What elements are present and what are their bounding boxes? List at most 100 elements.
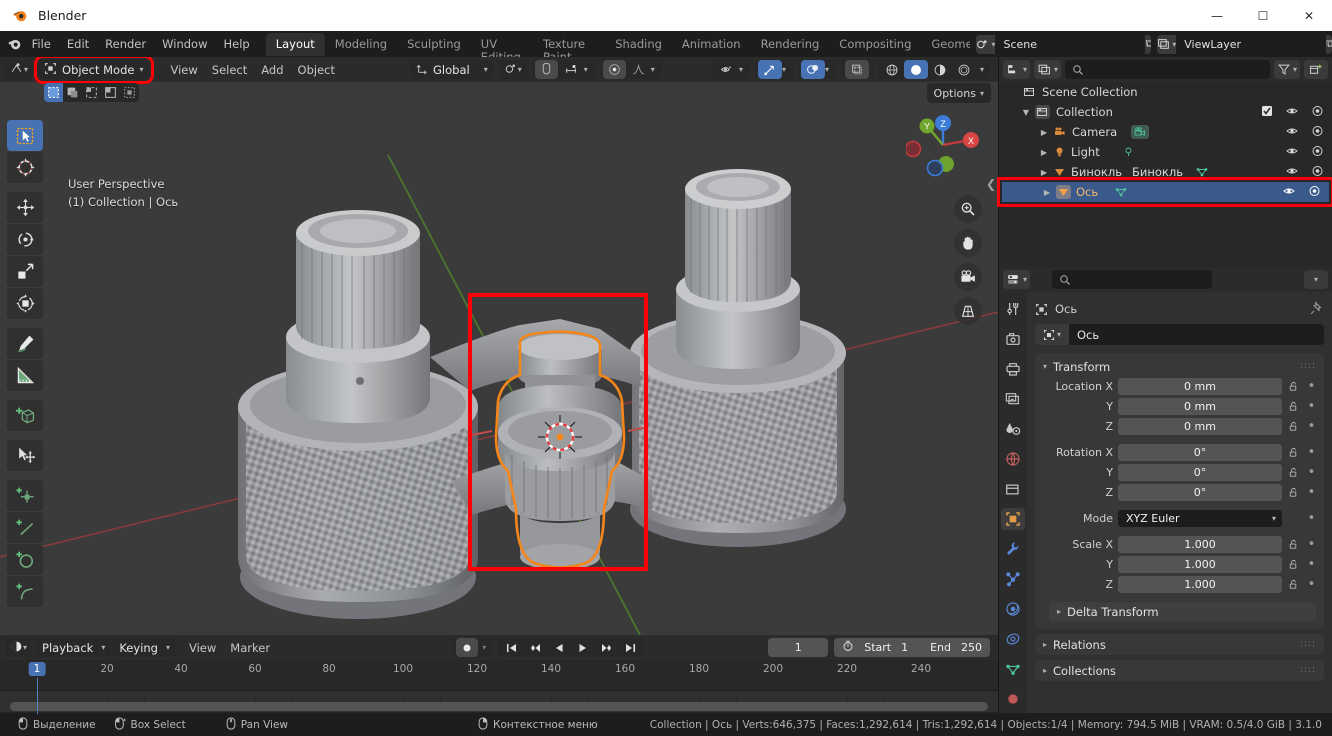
outliner-row-collection[interactable]: ▼ Collection: [999, 102, 1332, 122]
animate-rotation-mode-icon[interactable]: •: [1305, 512, 1318, 525]
snapping-group[interactable]: ▾: [531, 60, 595, 79]
outliner-row-scene-collection[interactable]: Scene Collection: [999, 82, 1332, 102]
viewport-menu-select[interactable]: Select: [205, 60, 254, 80]
animate-location-z-icon[interactable]: •: [1305, 420, 1318, 433]
menu-render[interactable]: Render: [97, 34, 154, 54]
lock-rotation-x-icon[interactable]: [1287, 447, 1300, 458]
viewlayer-name[interactable]: ViewLayer: [1176, 34, 1327, 54]
properties-editor[interactable]: ▾ ▾ Ось ▾ Ось ▾ Transform:::: Location …: [998, 267, 1332, 713]
location-x-value[interactable]: 0 mm: [1118, 378, 1282, 395]
tab-particles[interactable]: [1001, 568, 1025, 590]
lock-rotation-y-icon[interactable]: [1287, 467, 1300, 478]
jump-to-previous-keyframe-button[interactable]: [523, 638, 548, 657]
expand-triangle-icon[interactable]: ▶: [1037, 168, 1051, 177]
frame-range-fields[interactable]: Start 1 End 250: [834, 638, 990, 657]
gizmo-group[interactable]: ▾: [754, 60, 793, 79]
outliner-row-toggles[interactable]: [1282, 185, 1321, 200]
editor-type-icon[interactable]: [9, 62, 24, 78]
object-name-field[interactable]: ▾ Ось: [1035, 324, 1324, 345]
scene-name[interactable]: Scene: [995, 34, 1146, 54]
workspace-tab-geometry-nodes[interactable]: Geome: [921, 33, 970, 56]
expand-triangle-icon[interactable]: ▶: [1037, 128, 1051, 137]
tool-cursor[interactable]: [7, 152, 43, 183]
new-viewlayer-button[interactable]: ⧉: [1326, 34, 1332, 54]
auto-keying-chevron-icon[interactable]: ▾: [478, 643, 490, 652]
tab-material[interactable]: [1001, 688, 1025, 710]
3d-viewport[interactable]: ▾ Object Mode ▾ View Select Add Object G…: [0, 57, 998, 635]
proportional-edit-icon[interactable]: [602, 60, 626, 79]
tab-object[interactable]: [1001, 508, 1025, 530]
navigation-gizmo[interactable]: Z Y X: [904, 107, 980, 181]
select-subtract-mode-icon[interactable]: [101, 83, 120, 102]
lock-location-y-icon[interactable]: [1287, 401, 1300, 412]
object-visibility-icon[interactable]: [714, 60, 739, 79]
viewport-menu-view[interactable]: View: [163, 60, 204, 80]
rotation-mode-dropdown[interactable]: XYZ Euler ▾: [1118, 510, 1282, 527]
lock-scale-y-icon[interactable]: [1287, 559, 1300, 570]
overlays-chevron-down-icon[interactable]: ▾: [825, 65, 833, 74]
timeline-menu-marker[interactable]: Marker: [223, 638, 277, 658]
camera-render-icon[interactable]: [1311, 125, 1324, 140]
workspace-tab-uv-editing[interactable]: UV Editing: [471, 33, 533, 63]
jump-to-end-button[interactable]: [619, 638, 642, 657]
viewport-toolbar[interactable]: [7, 120, 43, 607]
timeline-horizontal-scrollbar[interactable]: [10, 702, 988, 711]
camera-view-icon[interactable]: [954, 263, 982, 291]
tool-measure[interactable]: [7, 360, 43, 391]
outliner-search-input[interactable]: [1065, 60, 1270, 79]
outliner-filter-button[interactable]: ▾: [1273, 60, 1300, 79]
rotation-x-value[interactable]: 0°: [1118, 444, 1282, 461]
falloff-chevron-down-icon[interactable]: ▾: [651, 65, 659, 74]
rotation-x-row[interactable]: Rotation X 0° •: [1039, 443, 1318, 462]
current-frame-field[interactable]: 1: [768, 638, 829, 657]
delta-transform-subpanel[interactable]: ▸ Delta Transform: [1049, 602, 1316, 621]
outliner-row-toggles[interactable]: [1261, 105, 1324, 120]
tool-transform[interactable]: [7, 288, 43, 319]
snap-chevron-down-icon[interactable]: ▾: [584, 65, 592, 74]
outliner-row-os[interactable]: ▶ Ось: [997, 177, 1332, 207]
properties-tab-strip[interactable]: [999, 292, 1027, 713]
outliner-row-toggles[interactable]: [1285, 145, 1324, 160]
workspace-tab-modeling[interactable]: Modeling: [325, 33, 397, 56]
lock-location-x-icon[interactable]: [1287, 381, 1300, 392]
checkbox-icon[interactable]: [1261, 105, 1273, 120]
menu-help[interactable]: Help: [215, 34, 257, 54]
light-data-icon[interactable]: [1122, 146, 1135, 158]
tool-rotate[interactable]: [7, 224, 43, 255]
animate-scale-z-icon[interactable]: •: [1305, 578, 1318, 591]
show-gizmo-icon[interactable]: [757, 60, 782, 79]
viewport-options-dropdown[interactable]: Options ▾: [926, 83, 991, 103]
camera-render-icon[interactable]: [1311, 145, 1324, 160]
tool-annotate[interactable]: [7, 328, 43, 359]
tab-scene[interactable]: [1001, 418, 1025, 440]
pan-view-hand-icon[interactable]: [954, 229, 982, 257]
tool-select-move[interactable]: [7, 440, 43, 471]
play-button[interactable]: [571, 638, 594, 657]
select-mode-toolsettings[interactable]: [44, 83, 139, 102]
expand-triangle-icon[interactable]: ▶: [1040, 188, 1054, 197]
tab-physics[interactable]: [1001, 598, 1025, 620]
mesh-data-icon[interactable]: [1114, 186, 1128, 198]
outliner-tree[interactable]: Scene Collection ▼ Collection ▶ Camera ▶…: [997, 82, 1332, 207]
menu-file[interactable]: File: [24, 34, 59, 54]
viewlayer-selector[interactable]: ▾ ViewLayer ⧉ ✕: [1157, 34, 1332, 54]
rotation-z-value[interactable]: 0°: [1118, 484, 1282, 501]
close-button[interactable]: ✕: [1286, 0, 1332, 31]
animate-scale-x-icon[interactable]: •: [1305, 538, 1318, 551]
tab-modifiers[interactable]: [1001, 538, 1025, 560]
new-scene-button[interactable]: ⧉: [1145, 34, 1152, 54]
pivot-point-selector[interactable]: ▾: [498, 60, 527, 79]
panel-expand-chevron-icon[interactable]: ▾: [1043, 362, 1047, 371]
scale-z-value[interactable]: 1.000: [1118, 576, 1282, 593]
tab-view-layer[interactable]: [1001, 388, 1025, 410]
keying-menu[interactable]: Keying ▾: [113, 638, 176, 657]
select-box-mode-icon[interactable]: [44, 83, 63, 102]
scale-x-row[interactable]: Scale X 1.000 •: [1039, 535, 1318, 554]
transform-orientation-selector[interactable]: Global ▾: [410, 60, 494, 79]
playback-controls[interactable]: [498, 638, 645, 657]
rendered-shading-icon[interactable]: [952, 60, 976, 79]
eye-icon[interactable]: [1285, 125, 1299, 140]
properties-editor-type-selector[interactable]: ▾: [1003, 270, 1031, 289]
camera-render-icon[interactable]: [1311, 165, 1324, 180]
xray-toggle[interactable]: [840, 60, 873, 79]
